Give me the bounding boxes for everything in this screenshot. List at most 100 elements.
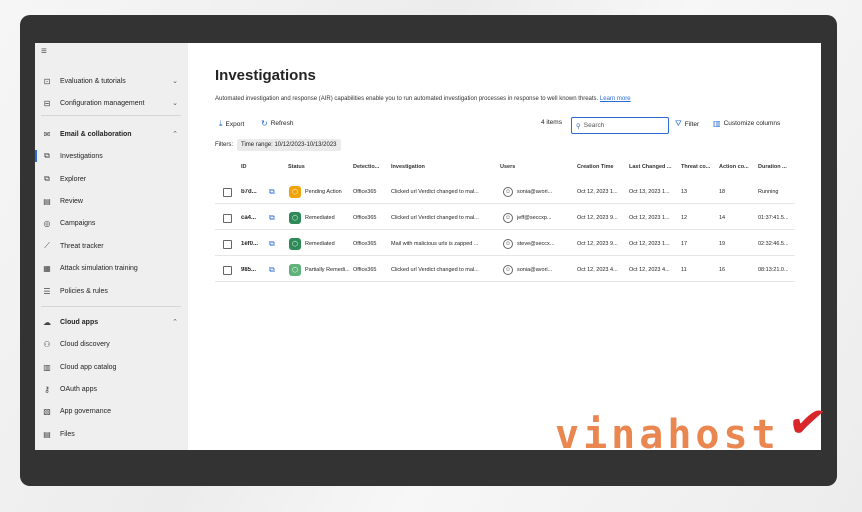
- sidebar-item-label: OAuth apps: [60, 385, 97, 393]
- sidebar-divider: [41, 115, 181, 116]
- time-range-chip[interactable]: Time range: 10/12/2023-10/13/2023: [237, 139, 341, 151]
- sidebar-item-files[interactable]: ▤ Files: [35, 426, 188, 442]
- cell-id[interactable]: ca4...: [241, 215, 267, 221]
- sidebar-item-cloud-apps[interactable]: ☁ Cloud apps ⌃: [35, 314, 188, 330]
- sidebar-item-policies-rules[interactable]: ☰ Policies & rules: [35, 283, 188, 299]
- cell-duration: 01:37:41.5...: [758, 215, 789, 221]
- catalog-icon: ▥: [43, 362, 51, 372]
- column-header[interactable]: Last Changed ...: [629, 164, 671, 170]
- config-icon: ⊟: [43, 98, 51, 108]
- chevron-icon[interactable]: ⌄: [172, 77, 178, 85]
- cell-investigation[interactable]: Mail with malicious urls is zapped ...: [391, 241, 499, 247]
- cloud-icon: ☁: [43, 317, 51, 327]
- sidebar-item-evaluation-tutorials[interactable]: ⊡ Evaluation & tutorials ⌄: [35, 73, 188, 89]
- user-icon: ☺: [503, 187, 513, 197]
- description-text: Automated investigation and response (AI…: [215, 96, 599, 102]
- chevron-icon[interactable]: ⌃: [172, 318, 178, 326]
- cell-id[interactable]: 1ef0...: [241, 241, 267, 247]
- cell-user: sonia@avori...: [517, 267, 553, 273]
- sidebar-item-configuration-management[interactable]: ⊟ Configuration management ⌄: [35, 95, 188, 111]
- watermark-logo: vinahost: [555, 412, 780, 458]
- mail-icon: ✉: [43, 129, 51, 139]
- sidebar-item-investigations[interactable]: ⧉ Investigations: [35, 148, 188, 164]
- cell-user: steve@seccx...: [517, 241, 555, 247]
- attack-sim-icon: ▦: [43, 263, 51, 273]
- chevron-icon[interactable]: ⌄: [172, 99, 178, 107]
- column-header[interactable]: Creation Time: [577, 164, 614, 170]
- sidebar-item-campaigns[interactable]: ◎ Campaigns: [35, 215, 188, 231]
- sidebar-item-cloud-app-catalog[interactable]: ▥ Cloud app catalog: [35, 359, 188, 375]
- column-header[interactable]: Detectio...: [353, 164, 379, 170]
- open-in-new-icon[interactable]: ⧉: [269, 265, 275, 275]
- filters-bar: Filters: Time range: 10/12/2023-10/13/20…: [215, 139, 341, 151]
- table-row[interactable]: ⧉ ⬡ ☺ b7d... Pending Action Office365 Clicked …: [215, 182, 795, 204]
- search-icon: ⚲: [576, 122, 581, 130]
- sidebar-item-label: Threat tracker: [60, 242, 104, 250]
- column-header[interactable]: Status: [288, 164, 305, 170]
- cell-changed: Oct 12, 2023 1...: [629, 241, 670, 247]
- sidebar-item-attack-simulation-training[interactable]: ▦ Attack simulation training: [35, 260, 188, 276]
- table-row[interactable]: ⧉ ⬡ ☺ ca4... Remediated Office365 Clicked url …: [215, 208, 795, 230]
- cell-duration: 02:32:46.5...: [758, 241, 789, 247]
- open-in-new-icon[interactable]: ⧉: [269, 239, 275, 249]
- cell-user: sonia@avori...: [517, 189, 553, 195]
- cell-action: 18: [719, 189, 726, 195]
- sidebar-item-oauth-apps[interactable]: ⚷ OAuth apps: [35, 381, 188, 397]
- row-checkbox[interactable]: [223, 266, 232, 275]
- sidebar-item-label: Cloud apps: [60, 318, 99, 326]
- filter-button[interactable]: ⛛ Filter: [675, 119, 699, 129]
- table-row[interactable]: ⧉ ⬡ ☺ 1ef0... Remediated Office365 Mail with m…: [215, 234, 795, 256]
- review-icon: ▤: [43, 196, 51, 206]
- column-header[interactable]: ID: [241, 164, 247, 170]
- sidebar-item-threat-tracker[interactable]: ⟋ Threat tracker: [35, 238, 188, 254]
- learn-more-link[interactable]: Learn more: [600, 96, 631, 102]
- row-checkbox[interactable]: [223, 188, 232, 197]
- page-description: Automated investigation and response (AI…: [215, 96, 631, 102]
- cell-threat: 17: [681, 241, 688, 247]
- column-header[interactable]: Action co...: [719, 164, 749, 170]
- cell-investigation[interactable]: Clicked url Verdict changed to mal...: [391, 215, 499, 221]
- files-icon: ▤: [43, 429, 51, 439]
- cell-detection: Office365: [353, 267, 377, 273]
- cell-threat: 13: [681, 189, 688, 195]
- cell-changed: Oct 13, 2023 1...: [629, 189, 670, 195]
- column-header[interactable]: Threat co...: [681, 164, 710, 170]
- sidebar-item-review[interactable]: ▤ Review: [35, 193, 188, 209]
- sidebar-item-label: Configuration management: [60, 99, 145, 107]
- cell-changed: Oct 12, 2023 1...: [629, 215, 670, 221]
- filter-icon: ⛛: [675, 119, 682, 128]
- campaigns-icon: ◎: [43, 218, 51, 228]
- sidebar-item-app-governance[interactable]: ▧ App governance: [35, 403, 188, 419]
- cell-investigation[interactable]: Clicked url Verdict changed to mal...: [391, 267, 499, 273]
- search-input[interactable]: ⚲ Search: [571, 117, 669, 134]
- cell-created: Oct 12, 2023 9...: [577, 215, 618, 221]
- cell-investigation[interactable]: Clicked url Verdict changed to mal...: [391, 189, 499, 195]
- row-checkbox[interactable]: [223, 214, 232, 223]
- column-header[interactable]: Users: [500, 164, 515, 170]
- policies-icon: ☰: [43, 286, 51, 296]
- cell-created: Oct 12, 2023 1...: [577, 189, 618, 195]
- open-in-new-icon[interactable]: ⧉: [269, 187, 275, 197]
- cell-duration: 08:13:21.0...: [758, 267, 789, 273]
- sidebar-item-email-collaboration[interactable]: ✉ Email & collaboration ⌃: [35, 126, 188, 142]
- page-title: Investigations: [215, 67, 316, 84]
- column-header[interactable]: Investigation: [391, 164, 425, 170]
- table-row[interactable]: ⧉ ⬡ ☺ 985... Partially Remedi... Office365 Cli…: [215, 260, 795, 282]
- customize-columns-button[interactable]: ▥ Customize columns: [713, 119, 780, 128]
- sidebar-item-label: Cloud discovery: [60, 340, 110, 348]
- sidebar-item-label: App governance: [60, 407, 111, 415]
- chevron-icon[interactable]: ⌃: [172, 130, 178, 138]
- refresh-button[interactable]: ↻ Refresh: [261, 119, 293, 128]
- cell-id[interactable]: b7d...: [241, 189, 267, 195]
- refresh-label: Refresh: [270, 120, 294, 127]
- cell-id[interactable]: 985...: [241, 267, 267, 273]
- hamburger-menu-icon[interactable]: ≡: [41, 47, 47, 57]
- column-header[interactable]: Duration ...: [758, 164, 787, 170]
- export-button[interactable]: ⤓ Export: [219, 119, 244, 129]
- sidebar-item-explorer[interactable]: ⧉ Explorer: [35, 171, 188, 187]
- main-content: Investigations Automated investigation a…: [188, 43, 821, 450]
- sidebar-item-cloud-discovery[interactable]: ⚇ Cloud discovery: [35, 336, 188, 352]
- user-icon: ☺: [503, 265, 513, 275]
- row-checkbox[interactable]: [223, 240, 232, 249]
- open-in-new-icon[interactable]: ⧉: [269, 213, 275, 223]
